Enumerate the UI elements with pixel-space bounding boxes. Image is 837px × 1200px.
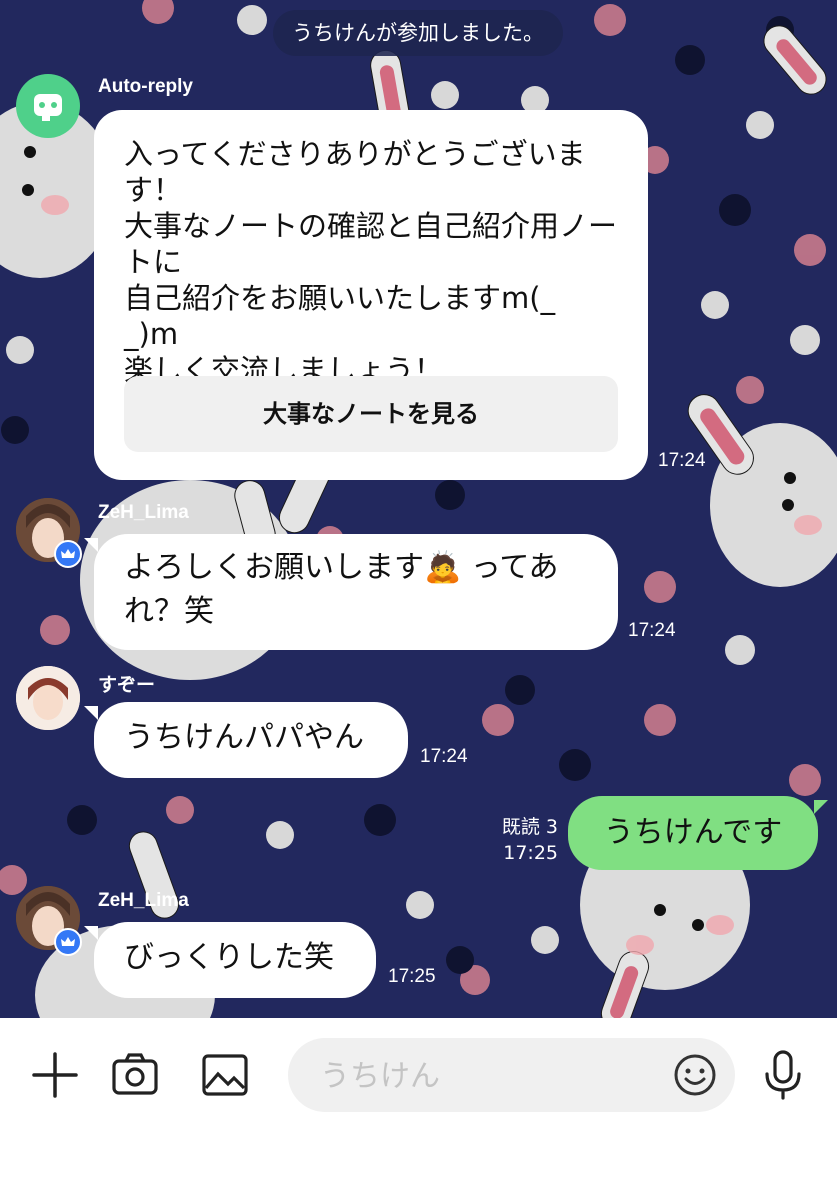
sender-name: すぞー bbox=[98, 675, 156, 696]
message-bubble[interactable]: よろしくお願いします🙇 ってあ れ？笑 bbox=[84, 534, 618, 650]
timestamp: 17:24 bbox=[628, 620, 676, 641]
read-receipt: 既読 3 17:25 bbox=[490, 814, 558, 866]
message-input[interactable] bbox=[318, 1038, 662, 1114]
timestamp: 17:24 bbox=[420, 746, 468, 767]
avatar-image bbox=[16, 666, 80, 730]
message-text: びっくりした笑 bbox=[124, 940, 334, 975]
read-count: 既読 3 bbox=[501, 816, 558, 838]
message-bubble[interactable]: うちけんパパやん bbox=[84, 702, 408, 778]
my-message-bubble[interactable]: うちけんです bbox=[568, 796, 828, 870]
message-text: うちけんです bbox=[603, 815, 783, 850]
chat-area[interactable]: うちけんが参加しました。 Auto-reply 入ってくださりありがとうございま… bbox=[0, 0, 837, 1018]
user-avatar[interactable] bbox=[16, 666, 80, 730]
message-input-field[interactable] bbox=[288, 1038, 735, 1114]
message-line: よろしくお願いします🙇 ってあ bbox=[124, 550, 559, 585]
timestamp: 17:25 bbox=[503, 842, 558, 864]
timestamp: 17:24 bbox=[658, 450, 706, 471]
microphone-icon[interactable] bbox=[756, 1048, 810, 1102]
sender-name: ZeH_Lima bbox=[98, 502, 189, 523]
message-line: れ？笑 bbox=[124, 594, 214, 629]
view-notes-button[interactable]: 大事なノートを見る bbox=[124, 376, 618, 452]
sender-name: Auto-reply bbox=[98, 76, 193, 97]
crown-badge-icon bbox=[54, 540, 82, 568]
emoji-icon[interactable] bbox=[672, 1052, 718, 1098]
message-bubble[interactable]: びっくりした笑 bbox=[84, 922, 376, 998]
crown-badge-icon bbox=[54, 928, 82, 956]
message-text: うちけんパパやん bbox=[124, 720, 364, 755]
plus-icon[interactable] bbox=[28, 1048, 82, 1102]
sender-name: ZeH_Lima bbox=[98, 890, 189, 911]
camera-icon[interactable] bbox=[108, 1048, 162, 1102]
bot-icon bbox=[34, 94, 62, 121]
message-line: 大事なノートの確認と自己紹介用ノー bbox=[124, 209, 618, 243]
image-icon[interactable] bbox=[198, 1048, 252, 1102]
message-line: トに bbox=[124, 245, 183, 279]
message-line: 入ってくださりありがとうございま bbox=[124, 137, 586, 171]
bot-avatar[interactable] bbox=[16, 74, 80, 138]
system-notice: うちけんが参加しました。 bbox=[273, 10, 563, 56]
message-line: す！ bbox=[124, 173, 183, 207]
message-line: 自己紹介をお願いいたしますm(_ _)m bbox=[124, 281, 556, 351]
timestamp: 17:25 bbox=[388, 966, 436, 987]
